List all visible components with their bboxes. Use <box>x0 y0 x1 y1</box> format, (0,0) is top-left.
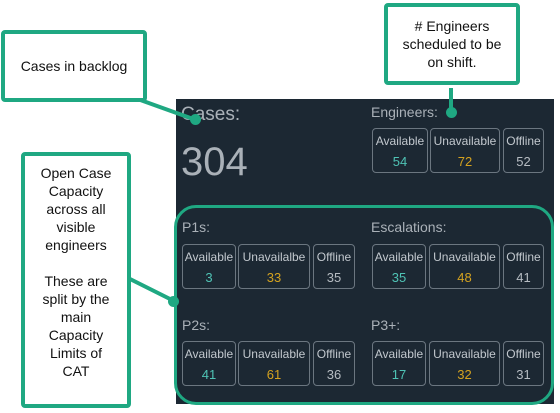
capacity-callout-line: CAT <box>62 363 90 379</box>
capacity-callout-line: Limits of <box>49 345 103 361</box>
engineers-callout-line3: on shift. <box>427 54 477 70</box>
capacity-callout-line: These are <box>44 273 108 289</box>
capacity-callout-line: across all <box>46 201 106 217</box>
capacity-callout-line: split by the <box>42 291 110 307</box>
capacity-callout-line: Open Case <box>40 165 112 181</box>
capacity-connector <box>129 277 175 303</box>
capacity-callout-line: Capacity <box>48 183 104 199</box>
capacity-callout: Open Case Capacity across all visible en… <box>21 152 131 408</box>
backlog-pointer-dot <box>190 114 201 125</box>
capacity-highlight-oval <box>174 205 554 405</box>
capacity-callout-spacer <box>25 254 127 272</box>
capacity-pointer-dot <box>168 296 179 307</box>
capacity-callout-line: engineers <box>45 237 107 253</box>
engineers-pointer-dot <box>446 107 457 118</box>
capacity-callout-line: Capacity <box>48 327 104 343</box>
engineers-callout-line1: # Engineers <box>414 18 490 34</box>
capacity-callout-line: main <box>60 309 92 325</box>
engineers-callout-line2: scheduled to be <box>402 36 502 52</box>
capacity-callout-line: visible <box>56 219 96 235</box>
backlog-callout: Cases in backlog <box>1 30 147 102</box>
backlog-callout-text: Cases in backlog <box>20 58 128 74</box>
engineers-callout: # Engineers scheduled to be on shift. <box>384 3 520 85</box>
